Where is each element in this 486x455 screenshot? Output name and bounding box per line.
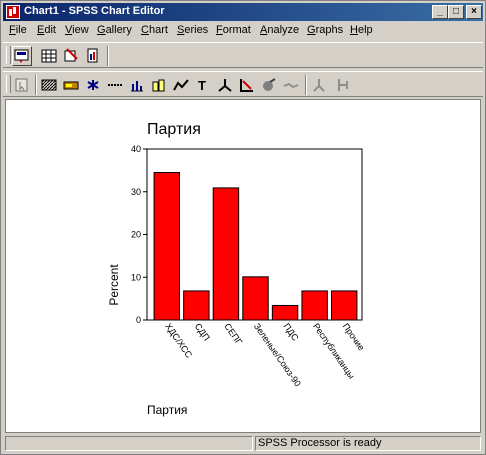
swap-axes-icon[interactable]	[61, 46, 81, 66]
close-button[interactable]: ×	[466, 5, 482, 19]
x-tick-label: Прочие	[341, 321, 367, 352]
window-title: Chart1 - SPSS Chart Editor	[24, 5, 165, 17]
bar[interactable]	[212, 187, 240, 321]
x-tick-label: СДП	[193, 321, 212, 342]
bar[interactable]	[242, 276, 269, 321]
data-grid-icon[interactable]	[39, 46, 59, 66]
bar-style-icon[interactable]	[127, 75, 147, 95]
swap-axes-icon[interactable]	[237, 75, 257, 95]
bar-chart[interactable]: Партия 010203040 ХДС/ХСССДП СЕПГ Зеленые/С…	[6, 100, 480, 432]
point-id-icon[interactable]	[333, 75, 353, 95]
menu-series[interactable]: Series	[177, 24, 208, 36]
fill-pattern-icon[interactable]	[39, 75, 59, 95]
menu-analyze[interactable]: Analyze	[260, 24, 299, 36]
select-icon[interactable]	[12, 75, 32, 95]
toolbar-chart: T	[3, 71, 483, 97]
three-d-rotation-icon[interactable]	[215, 75, 235, 95]
minimize-button[interactable]: _	[432, 5, 448, 19]
menu-edit[interactable]: Edit	[37, 24, 56, 36]
y-tick-label: 10	[131, 272, 141, 282]
y-tick-label: 20	[131, 230, 141, 240]
bar[interactable]	[183, 290, 210, 321]
spin-mode-icon[interactable]	[309, 75, 329, 95]
y-axis-title[interactable]: Percent	[107, 264, 121, 306]
marker-icon[interactable]	[83, 75, 103, 95]
toolbar-grip[interactable]	[6, 46, 11, 64]
toolbar-main	[3, 42, 483, 68]
export-chart-icon[interactable]	[12, 46, 32, 66]
x-tick-label: ХДС/ХСС	[163, 321, 194, 360]
menu-bar: File Edit View Gallery Chart Series Form…	[3, 22, 483, 40]
bar[interactable]	[330, 290, 358, 321]
maximize-button[interactable]: □	[448, 5, 464, 19]
line-style-icon[interactable]	[105, 75, 125, 95]
text-icon[interactable]: T	[193, 75, 213, 95]
bar[interactable]	[301, 290, 328, 321]
menu-file[interactable]: File	[9, 24, 27, 36]
chart-canvas[interactable]: Партия 0 10 20 30 40 ХДС/ХСС СДП СЕПГ Зеленые/С…	[5, 99, 481, 433]
menu-format[interactable]: Format	[216, 24, 251, 36]
chart-app-icon	[6, 5, 20, 19]
x-axis-title[interactable]: Партия	[147, 403, 187, 417]
menu-graphs[interactable]: Graphs	[307, 24, 343, 36]
menu-gallery[interactable]: Gallery	[97, 24, 132, 36]
status-bar: SPSS Processor is ready	[3, 435, 483, 452]
menu-view[interactable]: View	[65, 24, 89, 36]
menu-chart[interactable]: Chart	[141, 24, 168, 36]
x-tick-label: СЕПГ	[222, 321, 244, 346]
color-icon[interactable]	[61, 75, 81, 95]
chart-editor-window: Chart1 - SPSS Chart Editor _ □ × File Ed…	[0, 0, 486, 455]
menu-help[interactable]: Help	[350, 24, 373, 36]
chart-properties-icon[interactable]	[83, 46, 103, 66]
toolbar-separator	[305, 75, 307, 95]
y-tick-label: 30	[131, 187, 141, 197]
chart-title[interactable]: Партия	[147, 121, 201, 138]
break-line-icon[interactable]	[281, 75, 301, 95]
interpolation-icon[interactable]	[171, 75, 191, 95]
bar-label-icon[interactable]	[149, 75, 169, 95]
bar[interactable]	[271, 304, 299, 321]
y-tick-label: 0	[136, 315, 141, 325]
toolbar-separator	[107, 46, 109, 66]
title-bar[interactable]: Chart1 - SPSS Chart Editor _ □ ×	[3, 3, 483, 21]
toolbar-grip[interactable]	[6, 75, 11, 93]
y-tick-label: 40	[131, 144, 141, 154]
svg-text:T: T	[198, 78, 206, 93]
explode-slice-icon[interactable]	[259, 75, 279, 95]
status-pane-empty	[5, 436, 253, 451]
x-tick-label: ПДС	[281, 321, 300, 343]
status-message: SPSS Processor is ready	[255, 436, 481, 451]
bar[interactable]	[153, 172, 181, 321]
toolbar-separator	[35, 75, 37, 95]
